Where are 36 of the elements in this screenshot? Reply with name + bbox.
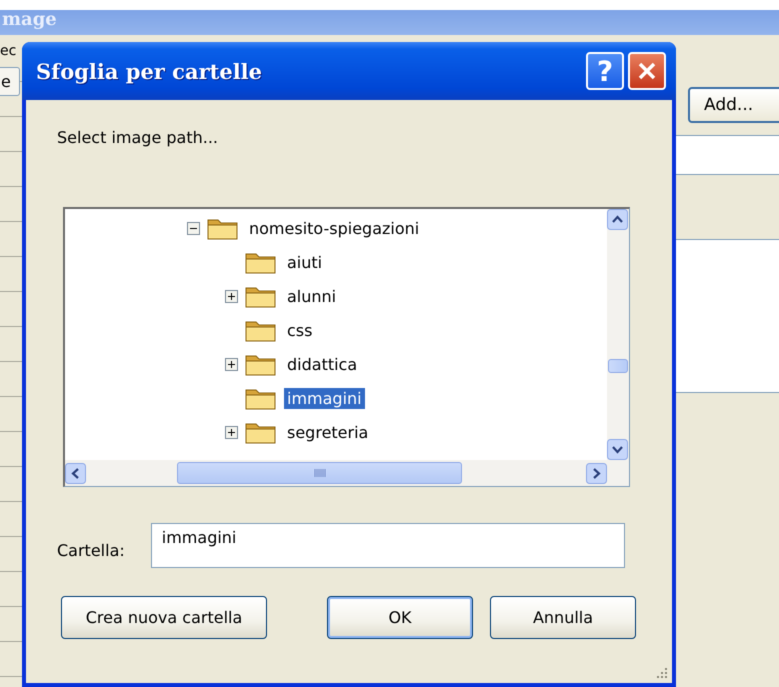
scroll-arrow-button[interactable] — [607, 439, 628, 460]
scroll-thumb[interactable] — [177, 462, 462, 484]
close-icon — [637, 61, 657, 81]
resize-grip-icon[interactable] — [654, 665, 668, 679]
scroll-thumb[interactable] — [608, 359, 628, 373]
add-button[interactable]: Add... — [688, 87, 779, 123]
folder-label: Cartella: — [57, 541, 125, 560]
close-button[interactable] — [628, 52, 666, 90]
vertical-scrollbar[interactable] — [607, 209, 629, 460]
scrollbar-corner — [607, 460, 629, 486]
scroll-arrow-button[interactable] — [586, 462, 607, 484]
cancel-button[interactable]: Annulla — [490, 596, 636, 639]
collapse-icon[interactable] — [187, 222, 200, 234]
tree-item[interactable]: segreteria — [284, 422, 372, 442]
tree-item[interactable]: aiuti — [284, 252, 326, 272]
tree-item[interactable]: css — [284, 320, 316, 340]
expand-icon[interactable] — [225, 290, 238, 302]
expand-icon[interactable] — [225, 358, 238, 370]
prompt-text: Select image path... — [57, 128, 219, 147]
ok-button[interactable]: OK — [327, 596, 473, 639]
horizontal-scrollbar[interactable] — [65, 460, 607, 486]
tree-item[interactable]: alunni — [284, 286, 340, 306]
tree-item[interactable]: immagini — [284, 388, 365, 408]
dialog-title: Sfoglia per cartelle — [36, 58, 264, 84]
new-folder-button[interactable]: Crea nuova cartella — [61, 596, 267, 639]
folder-field[interactable]: immagini — [150, 523, 625, 568]
input-field[interactable] — [676, 135, 779, 175]
tree-item[interactable]: didattica — [284, 354, 360, 374]
scroll-arrow-button[interactable] — [607, 209, 628, 230]
grip-icon — [314, 468, 326, 478]
help-button[interactable]: ? — [586, 52, 624, 90]
scroll-arrow-button[interactable] — [65, 462, 86, 484]
window-title: mage — [2, 10, 57, 30]
expand-icon[interactable] — [225, 426, 238, 438]
tree-item[interactable]: nomesito-spiegazioni — [246, 218, 422, 238]
button[interactable]: e — [0, 67, 20, 96]
